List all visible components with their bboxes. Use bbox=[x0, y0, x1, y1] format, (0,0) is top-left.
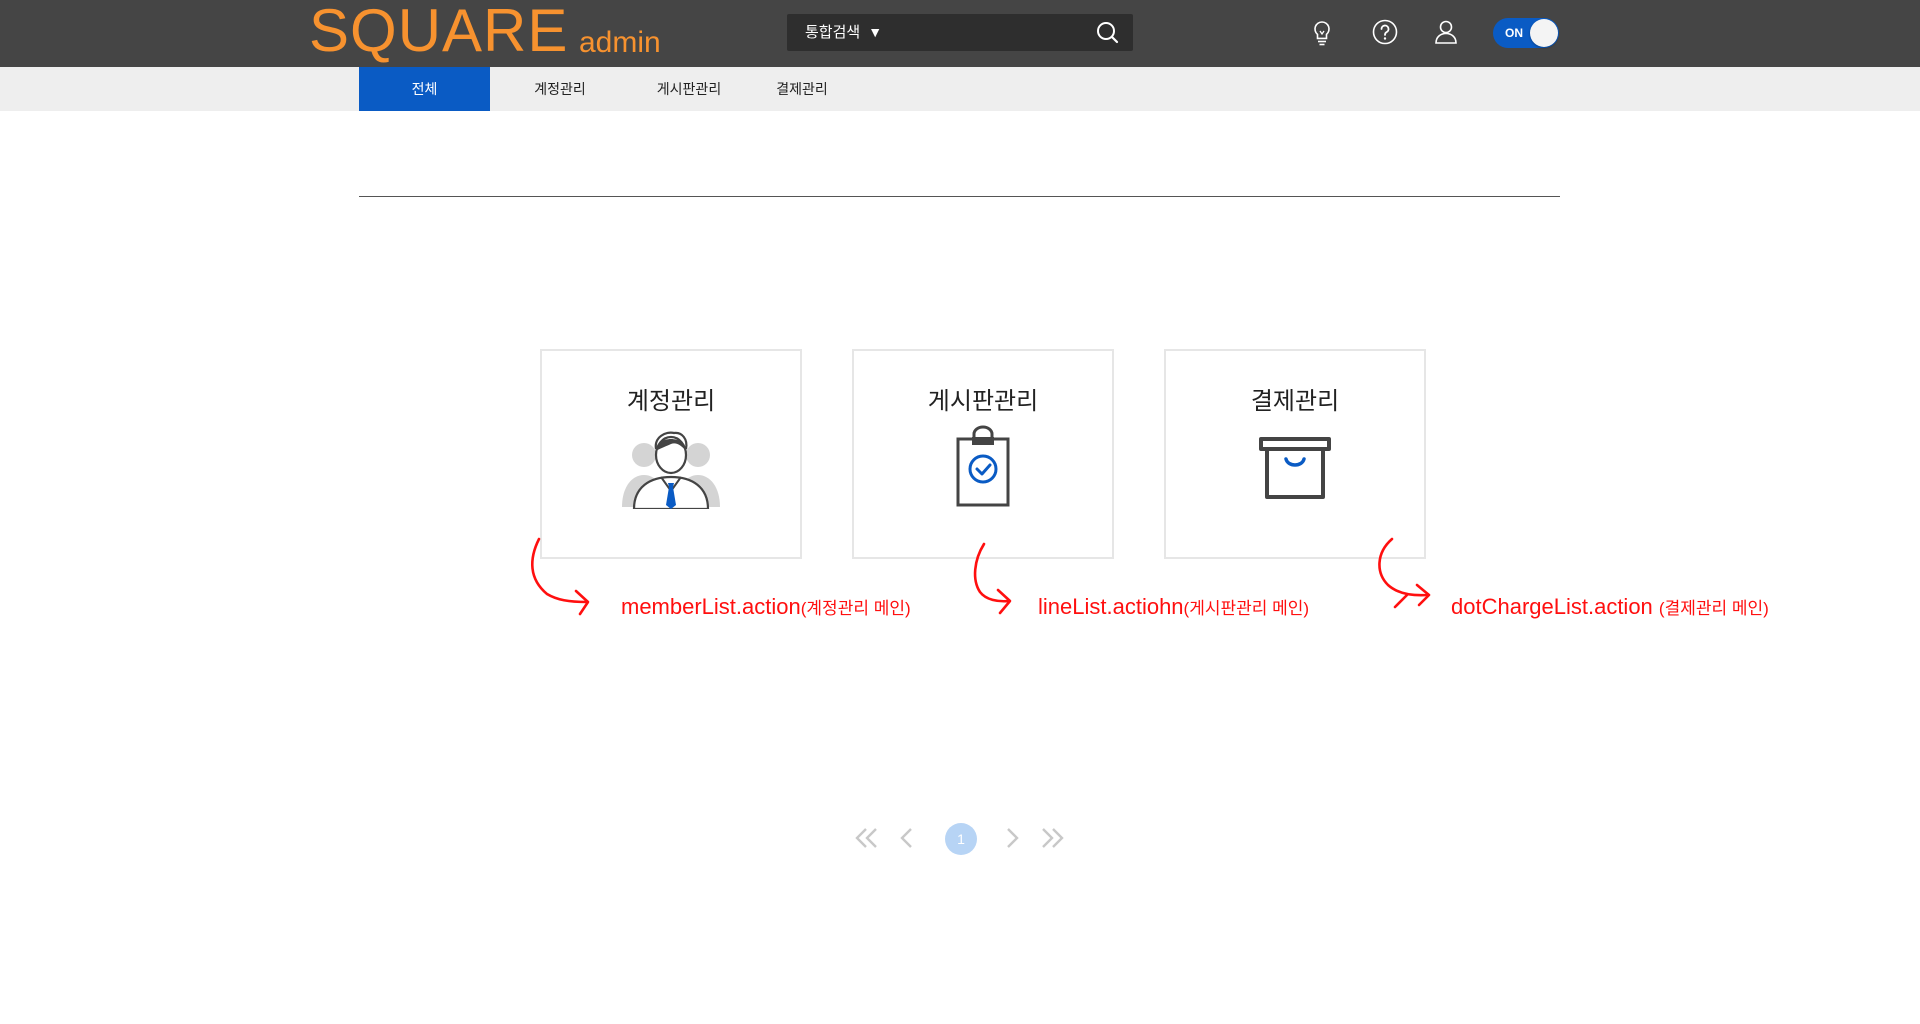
annotation-note: (게시판관리 메인) bbox=[1183, 599, 1310, 618]
top-header: SQUARE admin 통합검색 ▼ ON bbox=[0, 0, 1920, 67]
user-icon[interactable] bbox=[1431, 17, 1461, 47]
search-input[interactable] bbox=[907, 18, 1077, 47]
account-manager-icon bbox=[542, 425, 800, 514]
annotation-action: dotChargeList.action bbox=[1451, 594, 1659, 619]
tab-payment-management[interactable]: 결제관리 bbox=[762, 67, 842, 111]
annotation-action: lineList.actiohn bbox=[1038, 594, 1184, 619]
annotation-arrow-2 bbox=[973, 542, 1012, 615]
tab-board-management[interactable]: 게시판관리 bbox=[644, 67, 734, 111]
annotation-arrow-1 bbox=[530, 537, 590, 616]
search-bar: 통합검색 ▼ bbox=[787, 14, 1133, 51]
tab-all[interactable]: 전체 bbox=[359, 67, 490, 111]
toggle-knob bbox=[1530, 19, 1558, 47]
search-icon[interactable] bbox=[1092, 18, 1122, 47]
lightbulb-icon[interactable] bbox=[1307, 17, 1337, 47]
section-divider bbox=[359, 196, 1560, 197]
card-title: 게시판관리 bbox=[927, 388, 1039, 415]
prev-page-icon[interactable] bbox=[893, 823, 923, 853]
annotation-charge-list: dotChargeList.action (결제관리 메인) bbox=[1451, 594, 1769, 620]
last-page-icon[interactable] bbox=[1037, 823, 1067, 853]
logo-title[interactable]: SQUARE bbox=[309, 0, 568, 66]
payment-box-icon bbox=[1166, 425, 1424, 514]
annotation-note: (결제관리 메인) bbox=[1658, 599, 1769, 618]
card-board-management[interactable]: 게시판관리 bbox=[852, 349, 1114, 559]
annotation-member-list: memberList.action(계정관리 메인) bbox=[621, 594, 911, 620]
help-icon[interactable] bbox=[1370, 17, 1400, 47]
card-payment-management[interactable]: 결제관리 bbox=[1164, 349, 1426, 559]
tab-account-management[interactable]: 계정관리 bbox=[520, 67, 600, 111]
card-title: 결제관리 bbox=[1250, 388, 1340, 415]
logo-subtitle: admin bbox=[579, 26, 661, 59]
annotation-note: (계정관리 메인) bbox=[800, 599, 911, 618]
card-account-management[interactable]: 계정관리 bbox=[540, 349, 802, 559]
search-scope-dropdown[interactable]: 통합검색 ▼ bbox=[805, 14, 882, 51]
page-number-active[interactable]: 1 bbox=[945, 823, 977, 855]
annotation-arrow-3 bbox=[1378, 537, 1431, 609]
search-scope-label: 통합검색 bbox=[805, 24, 861, 41]
toggle-label: ON bbox=[1505, 26, 1523, 40]
on-off-toggle[interactable]: ON bbox=[1493, 18, 1559, 48]
nav-bar: 전체 계정관리 게시판관리 결제관리 bbox=[0, 67, 1920, 111]
annotation-action: memberList.action bbox=[621, 594, 801, 619]
first-page-icon[interactable] bbox=[852, 823, 882, 853]
next-page-icon[interactable] bbox=[996, 823, 1026, 853]
caret-down-icon: ▼ bbox=[868, 24, 883, 40]
card-title: 계정관리 bbox=[626, 388, 716, 415]
clipboard-check-icon bbox=[854, 425, 1112, 514]
annotation-line-list: lineList.actiohn(게시판관리 메인) bbox=[1038, 594, 1309, 620]
